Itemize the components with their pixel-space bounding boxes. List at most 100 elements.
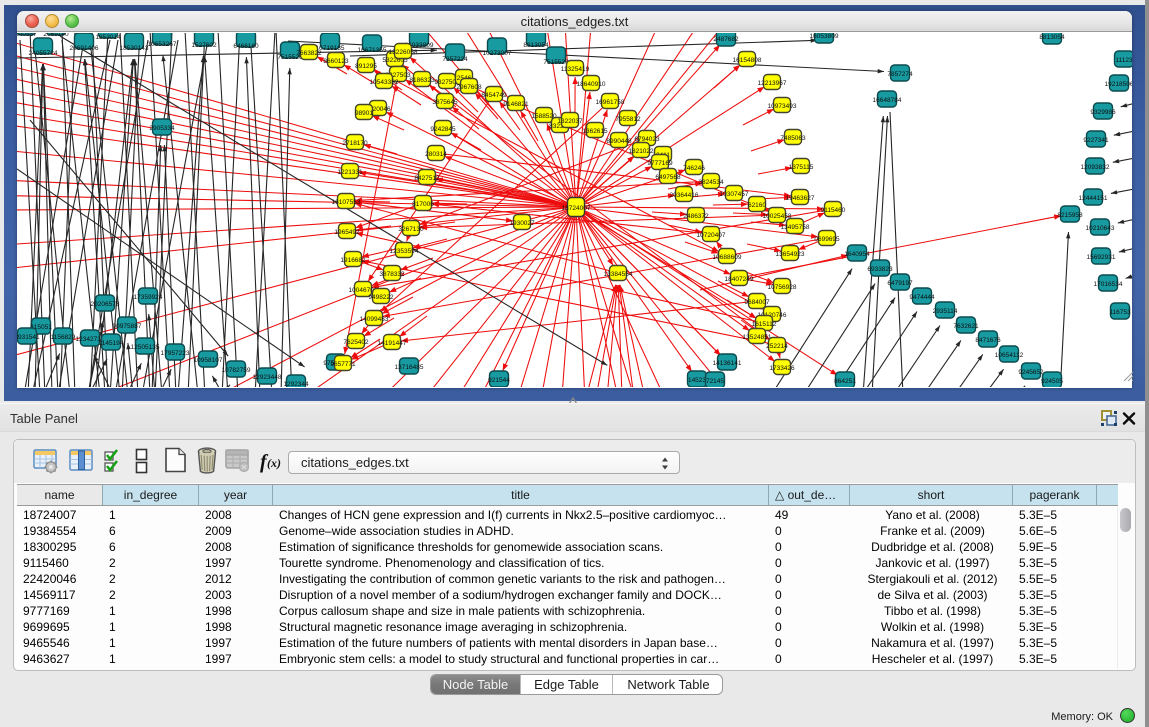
svg-text:12093832: 12093832	[1081, 164, 1110, 171]
svg-text:9146821: 9146821	[503, 101, 529, 108]
svg-text:98901: 98901	[355, 110, 373, 117]
svg-text:9657771: 9657771	[330, 361, 356, 368]
svg-text:8215958: 8215958	[1057, 212, 1083, 219]
svg-text:24055724: 24055724	[29, 50, 58, 57]
svg-text:13226058: 13226058	[389, 49, 418, 56]
svg-text:8813054: 8813054	[523, 42, 549, 49]
svg-text:1145194: 1145194	[99, 340, 124, 347]
svg-text:9329986: 9329986	[1090, 109, 1116, 116]
svg-text:2069140: 2069140	[43, 33, 69, 38]
svg-text:7955812: 7955812	[615, 116, 641, 123]
svg-text:7625402: 7625402	[343, 339, 369, 346]
svg-text:9474444: 9474444	[909, 294, 935, 301]
svg-text:2718170: 2718170	[342, 140, 368, 147]
svg-text:12444151: 12444151	[1079, 195, 1108, 202]
svg-text:116753: 116753	[1109, 309, 1131, 316]
svg-text:3878332: 3878332	[379, 271, 405, 278]
svg-text:18724007: 18724007	[562, 205, 591, 212]
svg-text:8454749: 8454749	[481, 92, 507, 99]
svg-text:3824534: 3824534	[698, 179, 724, 186]
svg-text:6479197: 6479197	[887, 280, 913, 287]
svg-text:6933823: 6933823	[867, 266, 893, 273]
svg-text:1375115: 1375115	[789, 164, 814, 171]
svg-text:10654112: 10654112	[995, 352, 1024, 359]
svg-text:14191447: 14191447	[378, 340, 407, 347]
svg-text:1965492: 1965492	[334, 229, 360, 236]
svg-text:10273007: 10273007	[483, 50, 512, 57]
svg-text:7515526: 7515526	[543, 59, 569, 66]
svg-text:2487682: 2487682	[713, 36, 739, 43]
svg-text:(x): (x)	[267, 456, 281, 470]
svg-text:9498222: 9498222	[368, 294, 394, 301]
svg-text:3875645: 3875645	[432, 99, 458, 106]
svg-text:891295: 891295	[355, 63, 377, 70]
svg-text:2486372: 2486372	[683, 213, 709, 220]
svg-text:8813054: 8813054	[1039, 34, 1065, 41]
svg-text:18407249: 18407249	[725, 276, 754, 283]
svg-text:8990448: 8990448	[606, 138, 632, 145]
svg-text:19218506: 19218506	[1105, 81, 1132, 88]
svg-text:10543382: 10543382	[370, 79, 399, 86]
svg-text:8186323: 8186323	[409, 77, 435, 84]
svg-text:1527602: 1527602	[191, 42, 217, 49]
svg-text:13384554: 13384554	[604, 271, 633, 278]
svg-text:18530143: 18530143	[120, 45, 149, 52]
svg-text:12505135: 12505135	[131, 344, 160, 351]
svg-text:16671355: 16671355	[358, 47, 387, 54]
svg-text:7857274: 7857274	[887, 71, 913, 78]
svg-text:3267130: 3267130	[398, 226, 424, 233]
svg-text:7632621: 7632621	[953, 323, 979, 330]
svg-text:1853014: 1853014	[95, 34, 121, 41]
svg-text:1640954: 1640954	[844, 251, 870, 258]
svg-text:13495758: 13495758	[781, 224, 810, 231]
svg-text:7357224: 7357224	[442, 56, 468, 63]
svg-text:817006: 817006	[412, 201, 434, 208]
svg-text:10688609: 10688609	[713, 254, 742, 261]
svg-text:72145: 72145	[706, 378, 724, 385]
svg-text:14136141: 14136141	[713, 360, 742, 367]
svg-text:9242845: 9242845	[430, 126, 456, 133]
svg-text:8471676: 8471676	[975, 337, 1001, 344]
svg-text:13524851: 13524851	[743, 334, 772, 341]
svg-text:10307457: 10307457	[720, 191, 749, 198]
svg-text:11123: 11123	[1115, 57, 1132, 64]
svg-text:9115460: 9115460	[821, 207, 846, 214]
svg-text:1322037: 1322037	[557, 118, 583, 125]
svg-text:16961758: 16961758	[596, 99, 625, 106]
svg-text:3931541: 3931541	[17, 334, 40, 341]
svg-text:1362615: 1362615	[582, 128, 608, 135]
svg-text:1916682: 1916682	[340, 257, 366, 264]
svg-text:10958107: 10958107	[194, 357, 223, 364]
svg-text:15692931: 15692931	[1087, 254, 1116, 261]
svg-text:16053809: 16053809	[810, 33, 839, 40]
svg-text:14523: 14523	[688, 377, 706, 384]
svg-text:8660123: 8660123	[323, 58, 349, 65]
svg-text:1292344: 1292344	[283, 381, 309, 387]
svg-text:16107553: 16107553	[332, 199, 361, 206]
svg-text:17359924: 17359924	[134, 294, 163, 301]
svg-text:8427512: 8427512	[414, 175, 440, 182]
svg-text:20691406: 20691406	[70, 45, 99, 52]
svg-text:10973493: 10973493	[768, 103, 797, 110]
svg-text:7485063: 7485063	[780, 135, 806, 142]
svg-text:62160: 62160	[748, 202, 766, 209]
svg-text:16154808: 16154808	[733, 57, 762, 64]
svg-text:9777169: 9777169	[647, 160, 673, 167]
svg-text:2935114: 2935114	[933, 308, 958, 315]
svg-text:1221331: 1221331	[337, 169, 363, 176]
svg-text:746246: 746246	[683, 165, 705, 172]
svg-text:7663822: 7663822	[296, 50, 322, 57]
svg-text:20206578: 20206578	[91, 301, 120, 308]
svg-text:9227341: 9227341	[1083, 137, 1109, 144]
svg-text:1930027: 1930027	[509, 220, 535, 227]
svg-text:280314: 280314	[425, 151, 447, 158]
svg-text:13716485: 13716485	[395, 364, 424, 371]
svg-text:10720407: 10720407	[697, 232, 726, 239]
svg-text:10756928: 10756928	[768, 284, 797, 291]
svg-text:6466160: 6466160	[233, 43, 259, 50]
svg-text:1821022: 1821022	[628, 148, 654, 155]
svg-text:9684007: 9684007	[744, 299, 770, 306]
svg-text:16648784: 16648784	[873, 97, 902, 104]
svg-text:924505: 924505	[1041, 378, 1063, 385]
svg-text:19463627: 19463627	[786, 195, 815, 202]
